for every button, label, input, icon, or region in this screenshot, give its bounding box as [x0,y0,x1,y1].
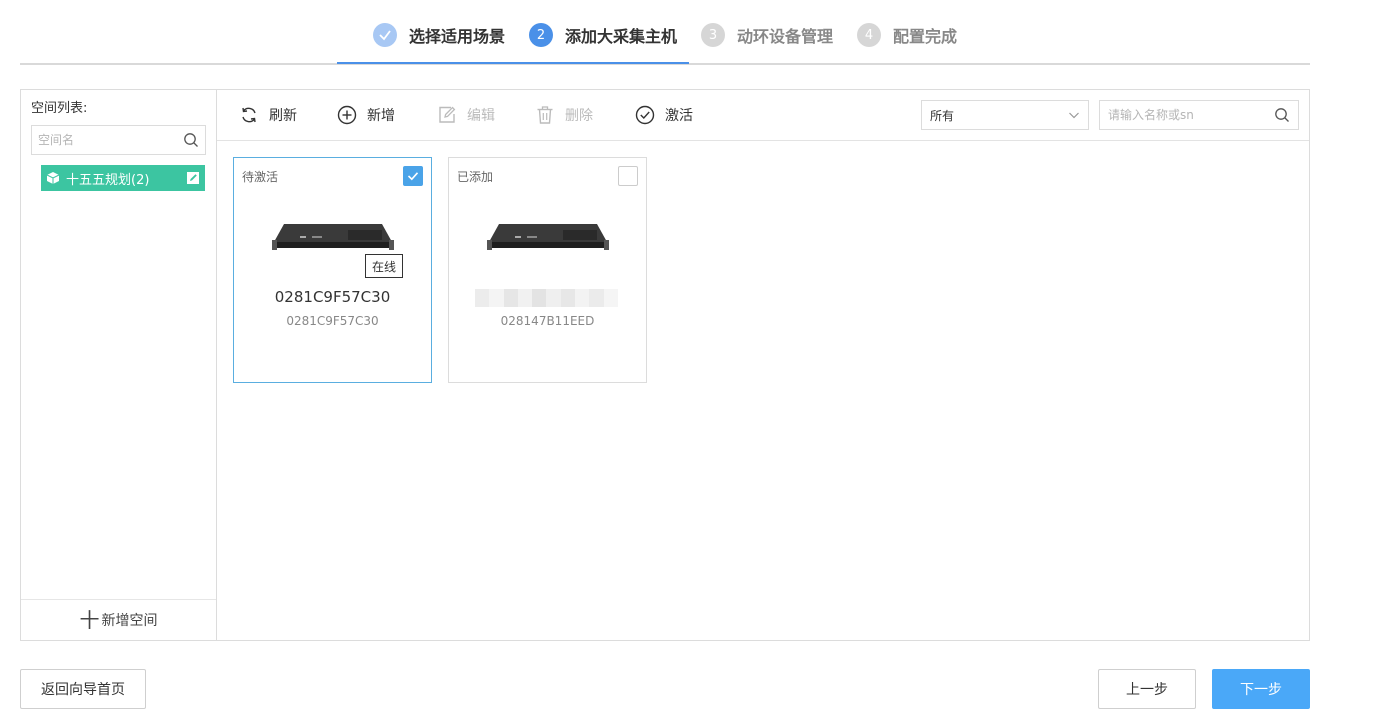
refresh-icon [242,107,256,123]
device-status: 待激活 [242,170,279,184]
refresh-label: 刷新 [269,108,297,124]
edit-label: 编辑 [467,108,495,124]
device-checkbox[interactable] [403,166,423,186]
cube-icon [46,172,60,184]
refresh-button[interactable]: 刷新 [239,102,297,128]
space-item-label: 十五五规划(2) [66,172,150,188]
step-label: 添加大采集主机 [565,27,678,46]
device-name: 0281C9F57C30 [274,288,391,306]
check-icon [373,23,397,47]
search-icon[interactable] [1274,107,1290,123]
back-to-wizard-home-button[interactable]: 返回向导首页 [20,669,146,709]
status-filter-select[interactable]: 所有 [921,100,1089,130]
trash-icon [537,106,553,124]
activate-label: 激活 [665,108,693,124]
space-item-plan[interactable]: 十五五规划(2) [41,165,205,191]
online-tooltip: 在线 [365,254,404,278]
plus-circle-icon [337,105,357,125]
server-device-image [272,224,394,250]
device-sn: 0281C9F57C30 [286,314,379,328]
name-sn-search-input[interactable] [1108,108,1274,122]
device-sn: 028147B11EED [500,314,595,328]
wizard-stepper: 选择适用场景 2 添加大采集主机 3 动环设备管理 4 配置完成 [20,0,1310,65]
search-icon[interactable] [183,132,199,148]
space-search-input[interactable] [38,133,183,147]
next-step-button[interactable]: 下一步 [1212,669,1310,709]
active-step-indicator [337,62,689,64]
device-card[interactable]: 待激活 在线 0281C9F57C30 0281C9F57C30 [233,157,432,383]
device-checkbox[interactable] [618,166,638,186]
space-list-title: 空间列表: [31,101,88,116]
add-label: 新增 [367,108,395,124]
main-panel: 空间列表: 十五五规划(2) 十 新增空间 [20,89,1310,641]
step-label: 选择适用场景 [409,27,506,46]
step-config-complete: 4 配置完成 [857,22,957,48]
step-number: 4 [857,23,881,47]
step-number: 3 [701,23,725,47]
check-circle-icon [635,105,655,125]
step-device-management: 3 动环设备管理 [701,22,833,48]
step-label: 动环设备管理 [737,27,834,46]
edit-icon[interactable] [186,171,200,185]
device-name-redacted [475,289,618,307]
plus-icon: 十 [79,608,100,632]
step-select-scene: 选择适用场景 [373,22,505,48]
server-device-image [487,224,609,250]
status-filter-value: 所有 [930,108,955,123]
checkmark-icon [407,172,419,181]
delete-label: 删除 [565,108,593,124]
add-space-label: 新增空间 [101,613,158,629]
prev-step-button[interactable]: 上一步 [1098,669,1196,709]
add-button[interactable]: 新增 [337,102,395,128]
edit-icon [439,106,456,123]
add-space-button[interactable]: 十 新增空间 [21,599,216,640]
space-search-box [31,125,206,155]
step-add-host: 2 添加大采集主机 [529,22,677,48]
name-search-box [1099,100,1299,130]
device-status: 已添加 [457,170,494,184]
space-sidebar: 空间列表: 十五五规划(2) 十 新增空间 [21,90,217,640]
step-label: 配置完成 [893,27,958,46]
toolbar: 刷新 新增 编辑 删除 激活 所有 请输入名称或sn [217,90,1309,141]
delete-button[interactable]: 删除 [535,102,593,128]
edit-button[interactable]: 编辑 [437,102,495,128]
device-content: 刷新 新增 编辑 删除 激活 所有 请输入名称或sn 待激活 在线 0281C9… [217,90,1309,640]
device-card[interactable]: 已添加 028147B11EED [448,157,647,383]
step-number: 2 [529,23,553,47]
chevron-down-icon [1069,112,1079,119]
activate-button[interactable]: 激活 [635,102,693,128]
